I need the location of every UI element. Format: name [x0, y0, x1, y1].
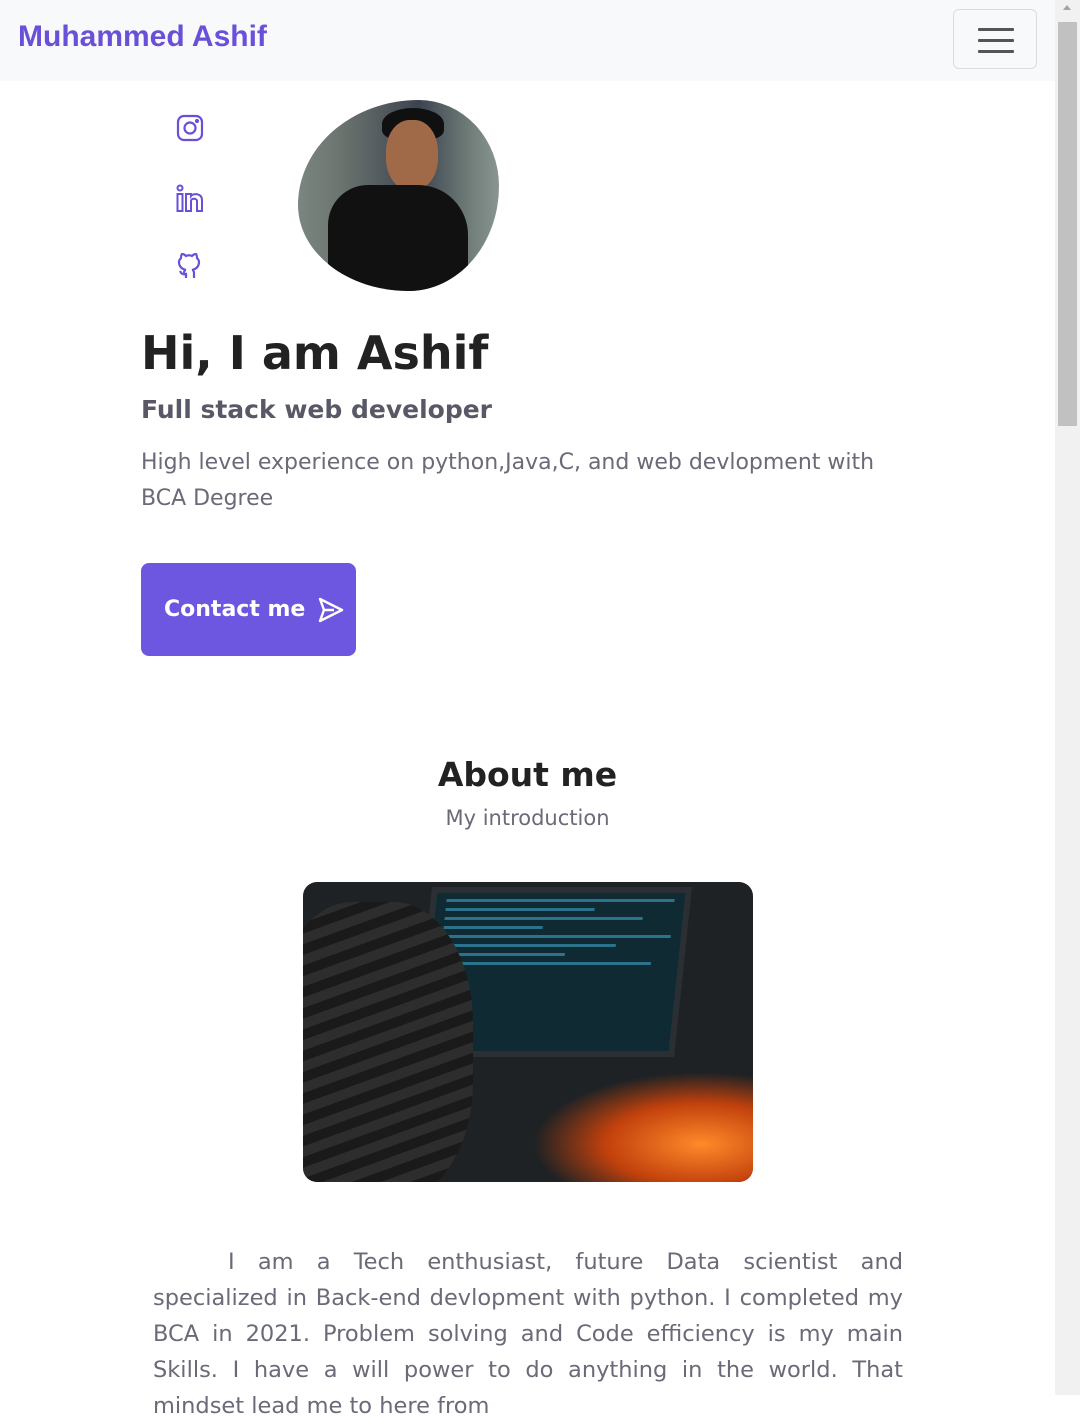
hero-subtitle: Full stack web developer: [141, 395, 493, 424]
scrollbar-thumb[interactable]: [1058, 22, 1077, 426]
hamburger-icon: [978, 28, 1014, 31]
profile-photo: [298, 100, 499, 291]
about-title: About me: [437, 755, 618, 794]
send-icon: [319, 597, 344, 622]
menu-toggle-button[interactable]: [953, 9, 1037, 69]
instagram-link[interactable]: [175, 113, 205, 143]
github-icon: [177, 252, 201, 278]
instagram-icon: [176, 114, 204, 142]
about-text: I am a Tech enthusiast, future Data scie…: [153, 1249, 903, 1419]
navbar: Muhammed Ashif: [0, 0, 1055, 81]
hero-title: Hi, I am Ashif: [141, 326, 489, 380]
hamburger-icon-line: [978, 50, 1014, 53]
github-link[interactable]: [175, 250, 205, 280]
profile-photo-shirt: [328, 185, 468, 291]
brand-link[interactable]: Muhammed Ashif: [18, 20, 267, 54]
scrollbar[interactable]: [1055, 0, 1080, 1395]
lamp-glow: [533, 1072, 753, 1182]
about-image: [303, 882, 753, 1182]
hamburger-icon-line: [978, 39, 1014, 42]
linkedin-link[interactable]: [175, 184, 205, 214]
hero-description: High level experience on python,Java,C, …: [141, 450, 875, 511]
contact-label: Contact me: [164, 597, 306, 622]
arm-sleeve: [303, 902, 473, 1182]
scroll-up-icon[interactable]: [1063, 5, 1071, 10]
linkedin-icon: [176, 184, 203, 212]
contact-me-button[interactable]: Contact me: [141, 563, 356, 656]
about-subtitle: My introduction: [445, 806, 610, 830]
profile-photo-face: [386, 120, 438, 190]
